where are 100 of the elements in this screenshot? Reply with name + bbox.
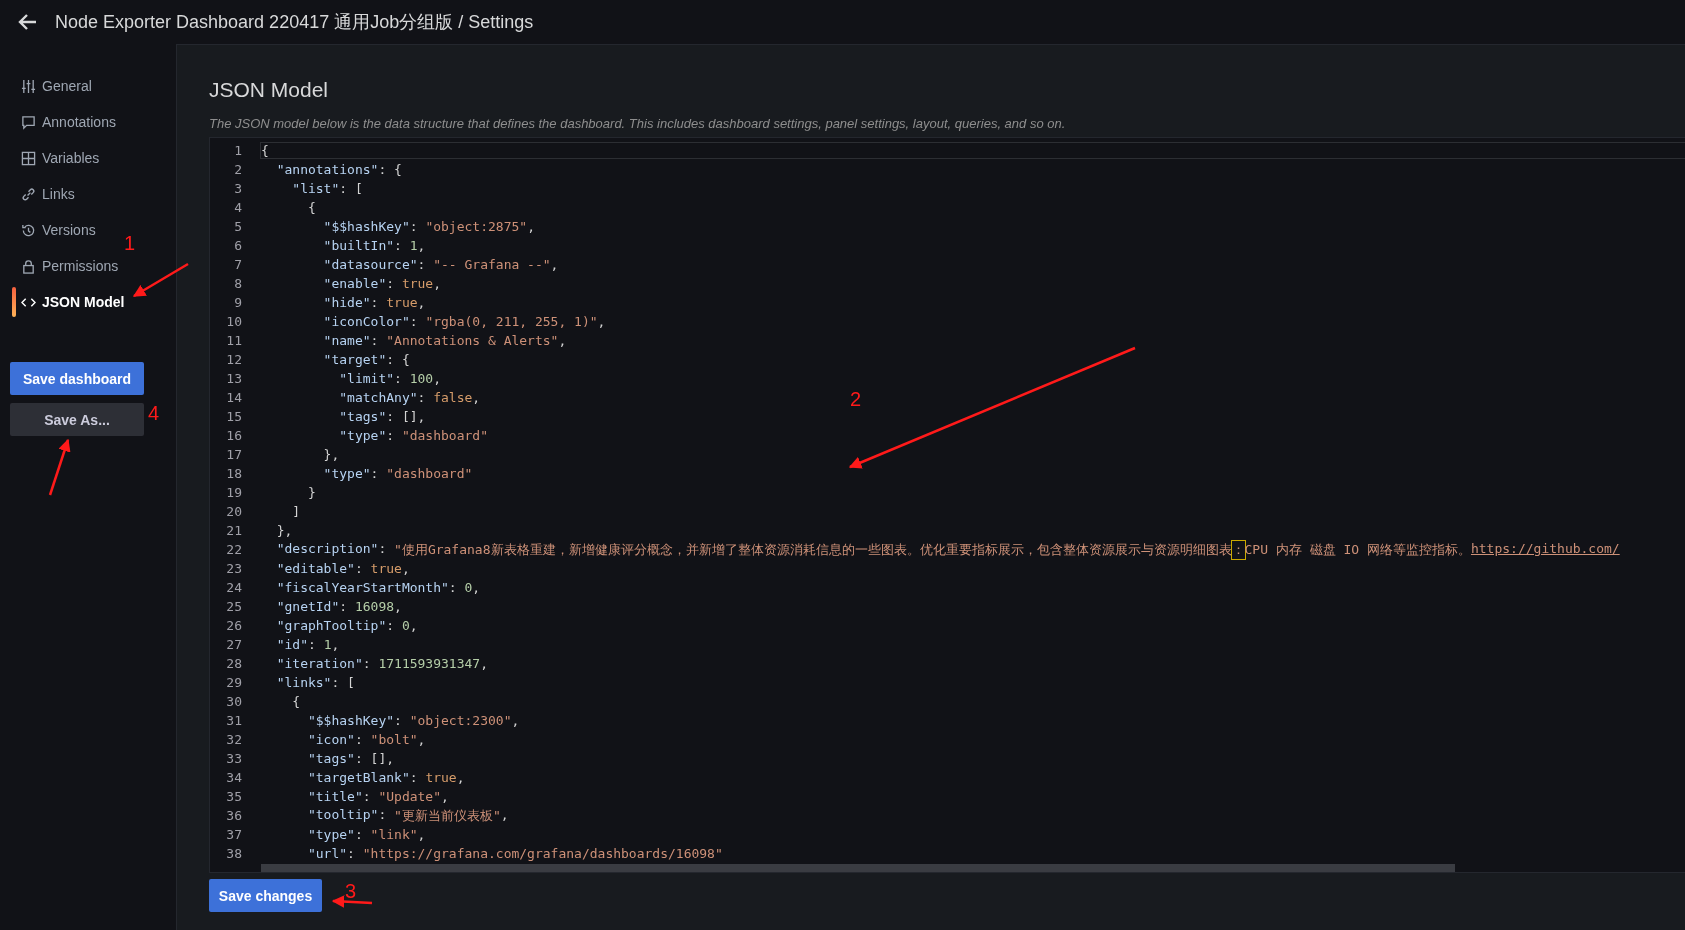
code-string: "dashboard" bbox=[386, 466, 473, 481]
line-number: 9 bbox=[233, 295, 243, 310]
code-key: "description" bbox=[261, 540, 379, 559]
line-number: 34 bbox=[225, 770, 243, 785]
code-punctuation: , bbox=[527, 219, 535, 234]
code-string: "Annotations & Alerts" bbox=[386, 333, 559, 348]
code-punctuation: : bbox=[354, 561, 364, 576]
code-punctuation: , bbox=[417, 732, 426, 747]
code-punctuation: { bbox=[291, 694, 301, 709]
line-number: 6 bbox=[233, 238, 243, 253]
code-punctuation: , bbox=[331, 637, 340, 652]
code-punctuation: , bbox=[550, 257, 559, 272]
line-number: 19 bbox=[225, 485, 243, 500]
code-punctuation: : bbox=[386, 618, 396, 633]
code-key: "name" bbox=[261, 333, 371, 348]
line-number: 1 bbox=[233, 143, 243, 158]
code-boolean: true bbox=[425, 770, 457, 785]
code-string: "使用Grafana8新表格重建，新增健康评分概念，并新增了整体资源消耗信息的一些图表。优化重要指标展示，包含整体资源展示与资源明细图表 bbox=[394, 540, 1232, 559]
code-key: "editable" bbox=[261, 561, 355, 576]
sliders-icon bbox=[21, 78, 36, 94]
code-punctuation: }, bbox=[322, 447, 340, 462]
code-key: "iteration" bbox=[261, 656, 363, 671]
line-number: 20 bbox=[225, 504, 243, 519]
code-key: "fiscalYearStartMonth" bbox=[261, 580, 449, 595]
line-number: 25 bbox=[225, 599, 243, 614]
code-punctuation: : bbox=[354, 827, 364, 842]
code-punctuation: , bbox=[472, 390, 481, 405]
sidebar-item[interactable]: Annotations bbox=[0, 104, 120, 140]
line-number: 23 bbox=[225, 561, 243, 576]
code-punctuation: ] bbox=[291, 504, 301, 519]
code-key: "datasource" bbox=[261, 257, 418, 272]
sidebar-item[interactable]: Permissions bbox=[0, 248, 123, 284]
line-number: 18 bbox=[225, 466, 243, 481]
sidebar-item[interactable]: Links bbox=[0, 176, 79, 212]
line-number: 17 bbox=[225, 447, 243, 462]
code-punctuation: : bbox=[378, 540, 388, 558]
code-key: "icon" bbox=[261, 732, 355, 747]
line-number: 36 bbox=[225, 808, 243, 823]
code-string: "bolt" bbox=[370, 732, 418, 747]
save-as-button[interactable]: Save As... bbox=[10, 403, 144, 436]
code-punctuation: : [], bbox=[354, 751, 395, 766]
code-key: "graphTooltip" bbox=[261, 618, 387, 633]
line-number: 37 bbox=[225, 827, 243, 842]
code-link[interactable]: https://github.com/ bbox=[1470, 540, 1620, 559]
line-number: 30 bbox=[225, 694, 243, 709]
code-string: "https://grafana.com/grafana/dashboards/16098" bbox=[362, 846, 723, 861]
code-editor[interactable] bbox=[209, 137, 1685, 873]
code-key: "annotations" bbox=[261, 162, 379, 177]
save-dashboard-button[interactable]: Save dashboard bbox=[10, 362, 144, 395]
section-description: The JSON model below is the data structure that defines the dashboard. This includes dashboard settings, panel settings, layout, queries, and so on. bbox=[209, 116, 1067, 131]
line-number: 29 bbox=[225, 675, 243, 690]
code-key: "hide" bbox=[261, 295, 371, 310]
code-punctuation: , bbox=[417, 238, 426, 253]
line-number: 32 bbox=[225, 732, 243, 747]
code-key: "id" bbox=[261, 637, 308, 652]
line-number: 33 bbox=[225, 751, 243, 766]
code-key: "tags" bbox=[261, 409, 387, 424]
save-changes-button[interactable]: Save changes bbox=[209, 879, 322, 912]
code-key: "tooltip" bbox=[261, 806, 379, 825]
code-key: "iconColor" bbox=[261, 314, 410, 329]
code-punctuation: : bbox=[394, 371, 403, 386]
sidebar-item[interactable]: General bbox=[0, 68, 96, 104]
annotation-number: 1 bbox=[124, 232, 136, 255]
code-key: "$$hashKey" bbox=[261, 713, 395, 728]
code-key: "matchAny" bbox=[261, 390, 418, 405]
line-number: 7 bbox=[233, 257, 243, 272]
code-string: "object:2300" bbox=[409, 713, 512, 728]
line-number: 31 bbox=[225, 713, 243, 728]
code-punctuation: : bbox=[370, 466, 380, 481]
annotation-arrow bbox=[132, 262, 189, 298]
code-punctuation: : bbox=[394, 713, 403, 728]
code-key: "gnetId" bbox=[261, 599, 340, 614]
code-string: "link" bbox=[370, 827, 418, 842]
sidebar-item[interactable]: Versions bbox=[0, 212, 100, 248]
line-number: 5 bbox=[233, 219, 243, 234]
code-punctuation: } bbox=[306, 485, 316, 500]
line-number: 27 bbox=[225, 637, 243, 652]
code-key: "limit" bbox=[261, 371, 395, 386]
code-punctuation: { bbox=[261, 143, 269, 158]
sidebar-item[interactable]: Variables bbox=[0, 140, 104, 176]
sidebar-item[interactable]: JSON Model bbox=[0, 284, 129, 320]
back-arrow-icon[interactable] bbox=[18, 12, 38, 32]
code-number: 1 bbox=[409, 238, 418, 253]
link-icon bbox=[21, 186, 36, 202]
history-icon bbox=[21, 222, 36, 238]
code-punctuation: : bbox=[417, 257, 427, 272]
line-number: 4 bbox=[233, 200, 243, 215]
code-punctuation: : bbox=[417, 390, 427, 405]
scrollbar[interactable] bbox=[261, 864, 1455, 872]
lock-icon bbox=[21, 258, 36, 274]
code-punctuation: , bbox=[394, 599, 402, 614]
code-punctuation: , bbox=[433, 276, 442, 291]
line-number: 35 bbox=[225, 789, 243, 804]
code-key: "type" bbox=[261, 827, 355, 842]
code-key: "type" bbox=[261, 466, 371, 481]
line-number: 2 bbox=[233, 162, 243, 177]
annotation-number: 3 bbox=[345, 880, 357, 903]
code-punctuation: : bbox=[370, 333, 380, 348]
comment-icon bbox=[21, 114, 36, 130]
code-punctuation: , bbox=[441, 789, 449, 804]
